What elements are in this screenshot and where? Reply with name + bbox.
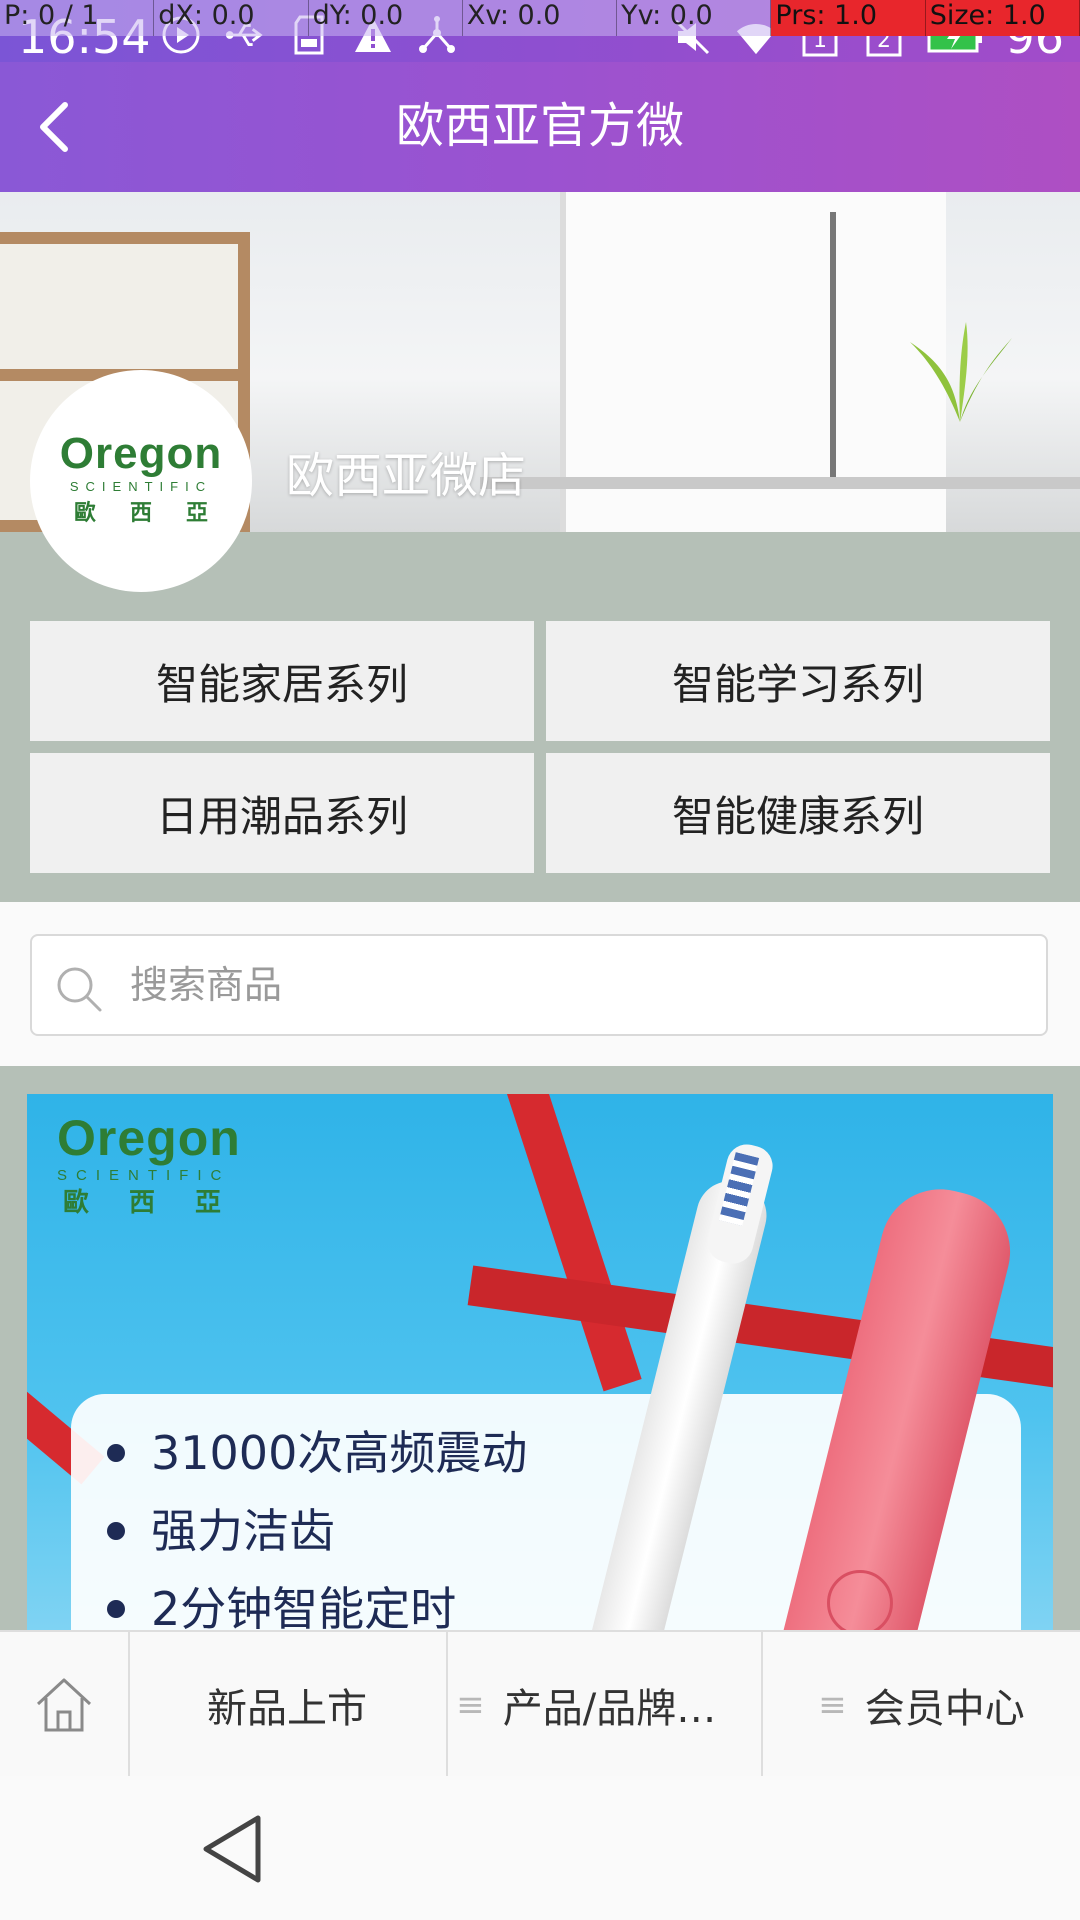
feature-text: 2分钟智能定时 bbox=[151, 1582, 457, 1630]
debug-dy: dY: 0.0 bbox=[309, 0, 463, 36]
feature-item: 强力洁齿 bbox=[107, 1492, 527, 1570]
system-back-icon[interactable] bbox=[196, 1812, 270, 1886]
home-icon bbox=[36, 1678, 92, 1732]
debug-xv: Xv: 0.0 bbox=[463, 0, 618, 36]
debug-pointer: P: 0 / 1 bbox=[0, 0, 155, 36]
feature-text: 强力洁齿 bbox=[151, 1504, 335, 1558]
page-title: 欧西亚官方微 bbox=[395, 98, 684, 154]
banner-table bbox=[480, 477, 1080, 489]
system-nav-bar bbox=[0, 1776, 1080, 1920]
tab-label: 会员中心 bbox=[864, 1686, 1025, 1732]
logo-wordmark: Oregon bbox=[59, 429, 223, 478]
app-bar: 欧西亚官方微 bbox=[0, 62, 1080, 192]
shop-logo: Oregon SCIENTIFIC 歐西亞 bbox=[30, 370, 252, 592]
promo-logo: Oregon SCIENTIFIC 歐西亞 bbox=[57, 1110, 261, 1220]
feature-item: 31000次高频震动 bbox=[107, 1414, 527, 1492]
banner-plant bbox=[910, 322, 1012, 422]
toothbrush-button bbox=[827, 1570, 893, 1630]
logo-chinese: 歐西亞 bbox=[73, 501, 242, 526]
ribbon bbox=[492, 1094, 642, 1392]
search-placeholder: 搜索商品 bbox=[130, 963, 283, 1007]
category-smart-home[interactable]: 智能家居系列 bbox=[30, 621, 534, 741]
feature-text: 31000次高频震动 bbox=[151, 1426, 528, 1480]
tab-label: 产品/品牌介… bbox=[502, 1686, 753, 1732]
menu-icon: ≡ bbox=[818, 1685, 847, 1725]
category-smart-health[interactable]: 智能健康系列 bbox=[546, 753, 1050, 873]
debug-size: Size: 1.0 bbox=[925, 0, 1080, 36]
logo-subtitle: SCIENTIFIC bbox=[69, 479, 213, 494]
search-input[interactable]: 搜索商品 bbox=[30, 934, 1048, 1036]
tab-member-center[interactable]: ≡ 会员中心 bbox=[763, 1632, 1080, 1778]
search-section: 搜索商品 bbox=[0, 902, 1080, 1066]
pointer-debug-overlay: P: 0 / 1 dX: 0.0 dY: 0.0 Xv: 0.0 Yv: 0.0… bbox=[0, 0, 1080, 36]
tab-new-arrivals[interactable]: 新品上市 bbox=[128, 1632, 448, 1778]
tab-label: 新品上市 bbox=[207, 1686, 367, 1732]
promo-logo-wordmark: Oregon bbox=[57, 1110, 241, 1166]
debug-yv: Yv: 0.0 bbox=[617, 0, 772, 36]
promo-banner[interactable]: Oregon SCIENTIFIC 歐西亞 31000次高频震动 强力洁齿 2分… bbox=[27, 1094, 1053, 1630]
category-smart-learning[interactable]: 智能学习系列 bbox=[546, 621, 1050, 741]
shop-name: 欧西亚微店 bbox=[286, 448, 527, 504]
tab-product-brand[interactable]: ≡ 产品/品牌介… bbox=[448, 1632, 763, 1778]
promo-logo-chinese: 歐西亞 bbox=[63, 1188, 262, 1218]
search-icon bbox=[57, 967, 102, 1012]
category-daily-trend[interactable]: 日用潮品系列 bbox=[30, 753, 534, 873]
bottom-nav: 新品上市 ≡ 产品/品牌介… ≡ 会员中心 bbox=[0, 1630, 1080, 1778]
debug-dx: dX: 0.0 bbox=[154, 0, 309, 36]
promo-logo-subtitle: SCIENTIFIC bbox=[57, 1167, 231, 1184]
debug-prs: Prs: 1.0 bbox=[771, 0, 926, 36]
menu-icon: ≡ bbox=[456, 1685, 485, 1725]
banner-lamp bbox=[830, 212, 836, 482]
promo-section: Oregon SCIENTIFIC 歐西亞 31000次高频震动 强力洁齿 2分… bbox=[0, 1066, 1080, 1630]
status-bar: 16:54 1 2 96 P: 0 / 1 dX: 0.0 dY: 0.0 Xv… bbox=[0, 0, 1080, 62]
feature-item: 2分钟智能定时 bbox=[107, 1570, 527, 1630]
promo-feature-list: 31000次高频震动 强力洁齿 2分钟智能定时 bbox=[107, 1414, 527, 1630]
home-button[interactable] bbox=[0, 1632, 130, 1778]
